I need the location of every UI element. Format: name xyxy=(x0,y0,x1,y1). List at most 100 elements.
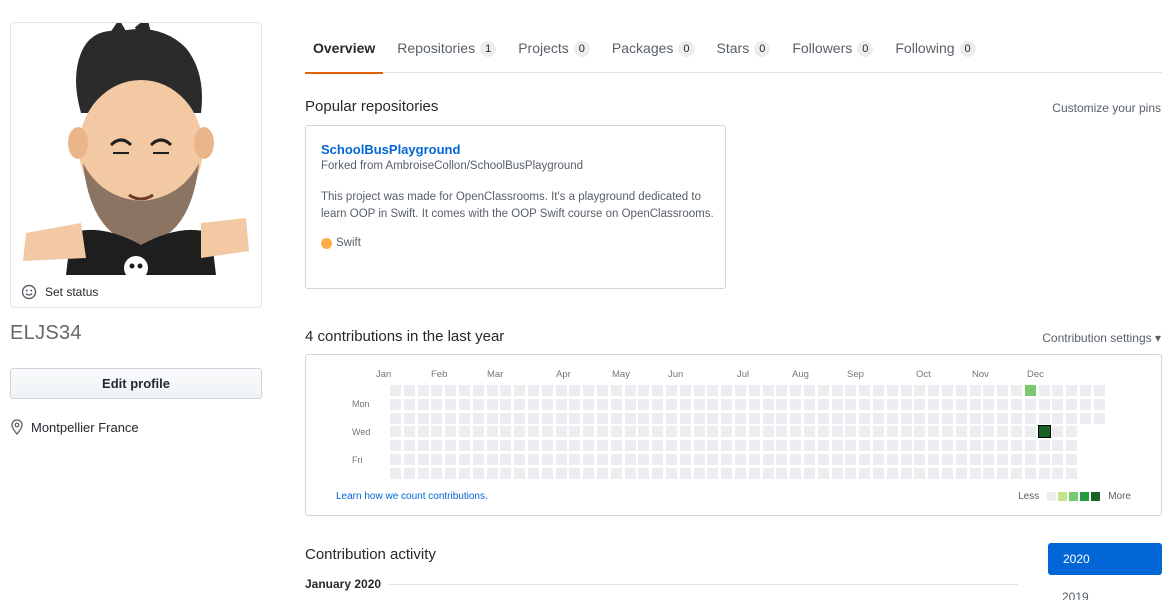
contribution-day-cell[interactable] xyxy=(569,412,581,424)
contribution-day-cell[interactable] xyxy=(762,454,774,465)
contribution-day-cell[interactable] xyxy=(914,440,926,452)
contribution-day-cell[interactable] xyxy=(1093,398,1105,410)
contribution-day-cell[interactable] xyxy=(583,385,595,396)
contribution-day-cell[interactable] xyxy=(859,385,871,396)
contribution-day-cell[interactable] xyxy=(790,385,802,396)
contribution-day-cell[interactable] xyxy=(514,385,526,396)
contribution-day-cell[interactable] xyxy=(748,412,760,424)
contribution-day-cell[interactable] xyxy=(541,440,553,452)
contribution-day-cell[interactable] xyxy=(735,454,746,465)
contribution-day-cell[interactable] xyxy=(748,440,760,452)
contribution-day-cell[interactable] xyxy=(555,426,567,438)
contribution-day-cell[interactable] xyxy=(748,426,760,438)
contribution-day-cell[interactable] xyxy=(472,385,484,396)
contribution-day-cell[interactable] xyxy=(1024,412,1036,424)
contribution-day-cell[interactable] xyxy=(762,440,774,452)
contribution-day-cell[interactable] xyxy=(390,426,401,438)
contribution-day-cell[interactable] xyxy=(873,385,884,396)
contribution-day-cell[interactable] xyxy=(914,454,926,465)
contribution-day-cell[interactable] xyxy=(555,454,567,465)
contribution-day-cell[interactable] xyxy=(445,440,457,452)
contribution-day-cell[interactable] xyxy=(1024,426,1036,438)
contribution-day-cell[interactable] xyxy=(514,454,526,465)
contribution-day-cell[interactable] xyxy=(955,412,967,424)
contribution-day-cell[interactable] xyxy=(1024,440,1036,452)
contribution-day-cell[interactable] xyxy=(431,440,443,452)
contribution-day-cell[interactable] xyxy=(638,440,650,452)
contribution-day-cell[interactable] xyxy=(679,454,691,465)
contribution-day-cell[interactable] xyxy=(845,426,857,438)
contribution-day-cell[interactable] xyxy=(1024,398,1036,410)
contribution-day-cell[interactable] xyxy=(652,440,664,452)
contribution-day-cell[interactable] xyxy=(472,412,484,424)
contribution-day-cell[interactable] xyxy=(666,440,677,452)
contribution-day-cell[interactable] xyxy=(804,385,815,396)
contribution-day-cell[interactable] xyxy=(817,398,829,410)
contribution-day-cell[interactable] xyxy=(831,412,843,424)
contribution-day-cell[interactable] xyxy=(555,467,567,479)
contribution-day-cell[interactable] xyxy=(942,398,953,410)
contribution-day-cell[interactable] xyxy=(1093,412,1105,424)
contribution-day-cell[interactable] xyxy=(804,454,815,465)
contribution-day-cell[interactable] xyxy=(1024,467,1036,479)
contribution-day-cell[interactable] xyxy=(528,440,539,452)
contribution-day-cell[interactable] xyxy=(1066,426,1078,438)
contribution-day-cell[interactable] xyxy=(431,426,443,438)
contribution-day-cell[interactable] xyxy=(638,467,650,479)
contribution-day-cell[interactable] xyxy=(666,454,677,465)
contribution-day-cell[interactable] xyxy=(597,440,608,452)
contribution-day-cell[interactable] xyxy=(997,385,1009,396)
contribution-day-cell[interactable] xyxy=(624,426,636,438)
contribution-day-cell[interactable] xyxy=(445,426,457,438)
contribution-day-cell[interactable] xyxy=(983,467,995,479)
contribution-day-cell[interactable] xyxy=(693,467,705,479)
contribution-day-cell[interactable] xyxy=(610,454,622,465)
contribution-day-cell[interactable] xyxy=(900,440,912,452)
contribution-day-cell[interactable] xyxy=(693,454,705,465)
contribution-day-cell[interactable] xyxy=(942,412,953,424)
contribution-day-cell[interactable] xyxy=(762,426,774,438)
contribution-day-cell[interactable] xyxy=(486,398,498,410)
contribution-day-cell[interactable] xyxy=(707,398,719,410)
contribution-day-cell[interactable] xyxy=(804,440,815,452)
contribution-day-cell[interactable] xyxy=(859,412,871,424)
tab-followers[interactable]: Followers 0 xyxy=(784,28,881,73)
contribution-day-cell[interactable] xyxy=(1080,412,1091,424)
contribution-day-cell[interactable] xyxy=(900,385,912,396)
contribution-day-cell[interactable] xyxy=(390,385,401,396)
contribution-day-cell[interactable] xyxy=(1052,467,1064,479)
contribution-day-cell[interactable] xyxy=(638,398,650,410)
contribution-day-cell[interactable] xyxy=(831,440,843,452)
contribution-day-cell[interactable] xyxy=(1052,385,1064,396)
contribution-day-cell[interactable] xyxy=(942,426,953,438)
contribution-day-cell[interactable] xyxy=(500,398,512,410)
tab-overview[interactable]: Overview xyxy=(305,28,384,74)
contribution-day-cell[interactable] xyxy=(555,440,567,452)
contribution-day-cell[interactable] xyxy=(500,467,512,479)
contribution-day-cell[interactable] xyxy=(610,412,622,424)
contribution-day-cell[interactable] xyxy=(528,454,539,465)
contribution-day-cell[interactable] xyxy=(693,412,705,424)
contribution-day-cell[interactable] xyxy=(997,467,1009,479)
avatar[interactable] xyxy=(11,23,261,275)
contribution-day-cell[interactable] xyxy=(486,426,498,438)
contribution-day-cell[interactable] xyxy=(914,426,926,438)
contribution-day-cell[interactable] xyxy=(459,398,470,410)
contribution-day-cell[interactable] xyxy=(445,454,457,465)
tab-following[interactable]: Following 0 xyxy=(887,28,983,73)
contribution-day-cell[interactable] xyxy=(610,467,622,479)
contribution-day-cell[interactable] xyxy=(997,454,1009,465)
contribution-day-cell[interactable] xyxy=(817,412,829,424)
contribution-day-cell[interactable] xyxy=(1024,385,1036,396)
contribution-day-cell[interactable] xyxy=(721,454,733,465)
contribution-day-cell[interactable] xyxy=(403,398,415,410)
contribution-day-cell[interactable] xyxy=(417,412,429,424)
contribution-day-cell[interactable] xyxy=(514,440,526,452)
contribution-day-cell[interactable] xyxy=(969,467,981,479)
contribution-day-cell[interactable] xyxy=(541,398,553,410)
contribution-day-cell[interactable] xyxy=(817,454,829,465)
contribution-day-cell[interactable] xyxy=(417,454,429,465)
contribution-day-cell[interactable] xyxy=(1038,440,1050,452)
contribution-day-cell[interactable] xyxy=(500,412,512,424)
contribution-day-cell[interactable] xyxy=(679,426,691,438)
